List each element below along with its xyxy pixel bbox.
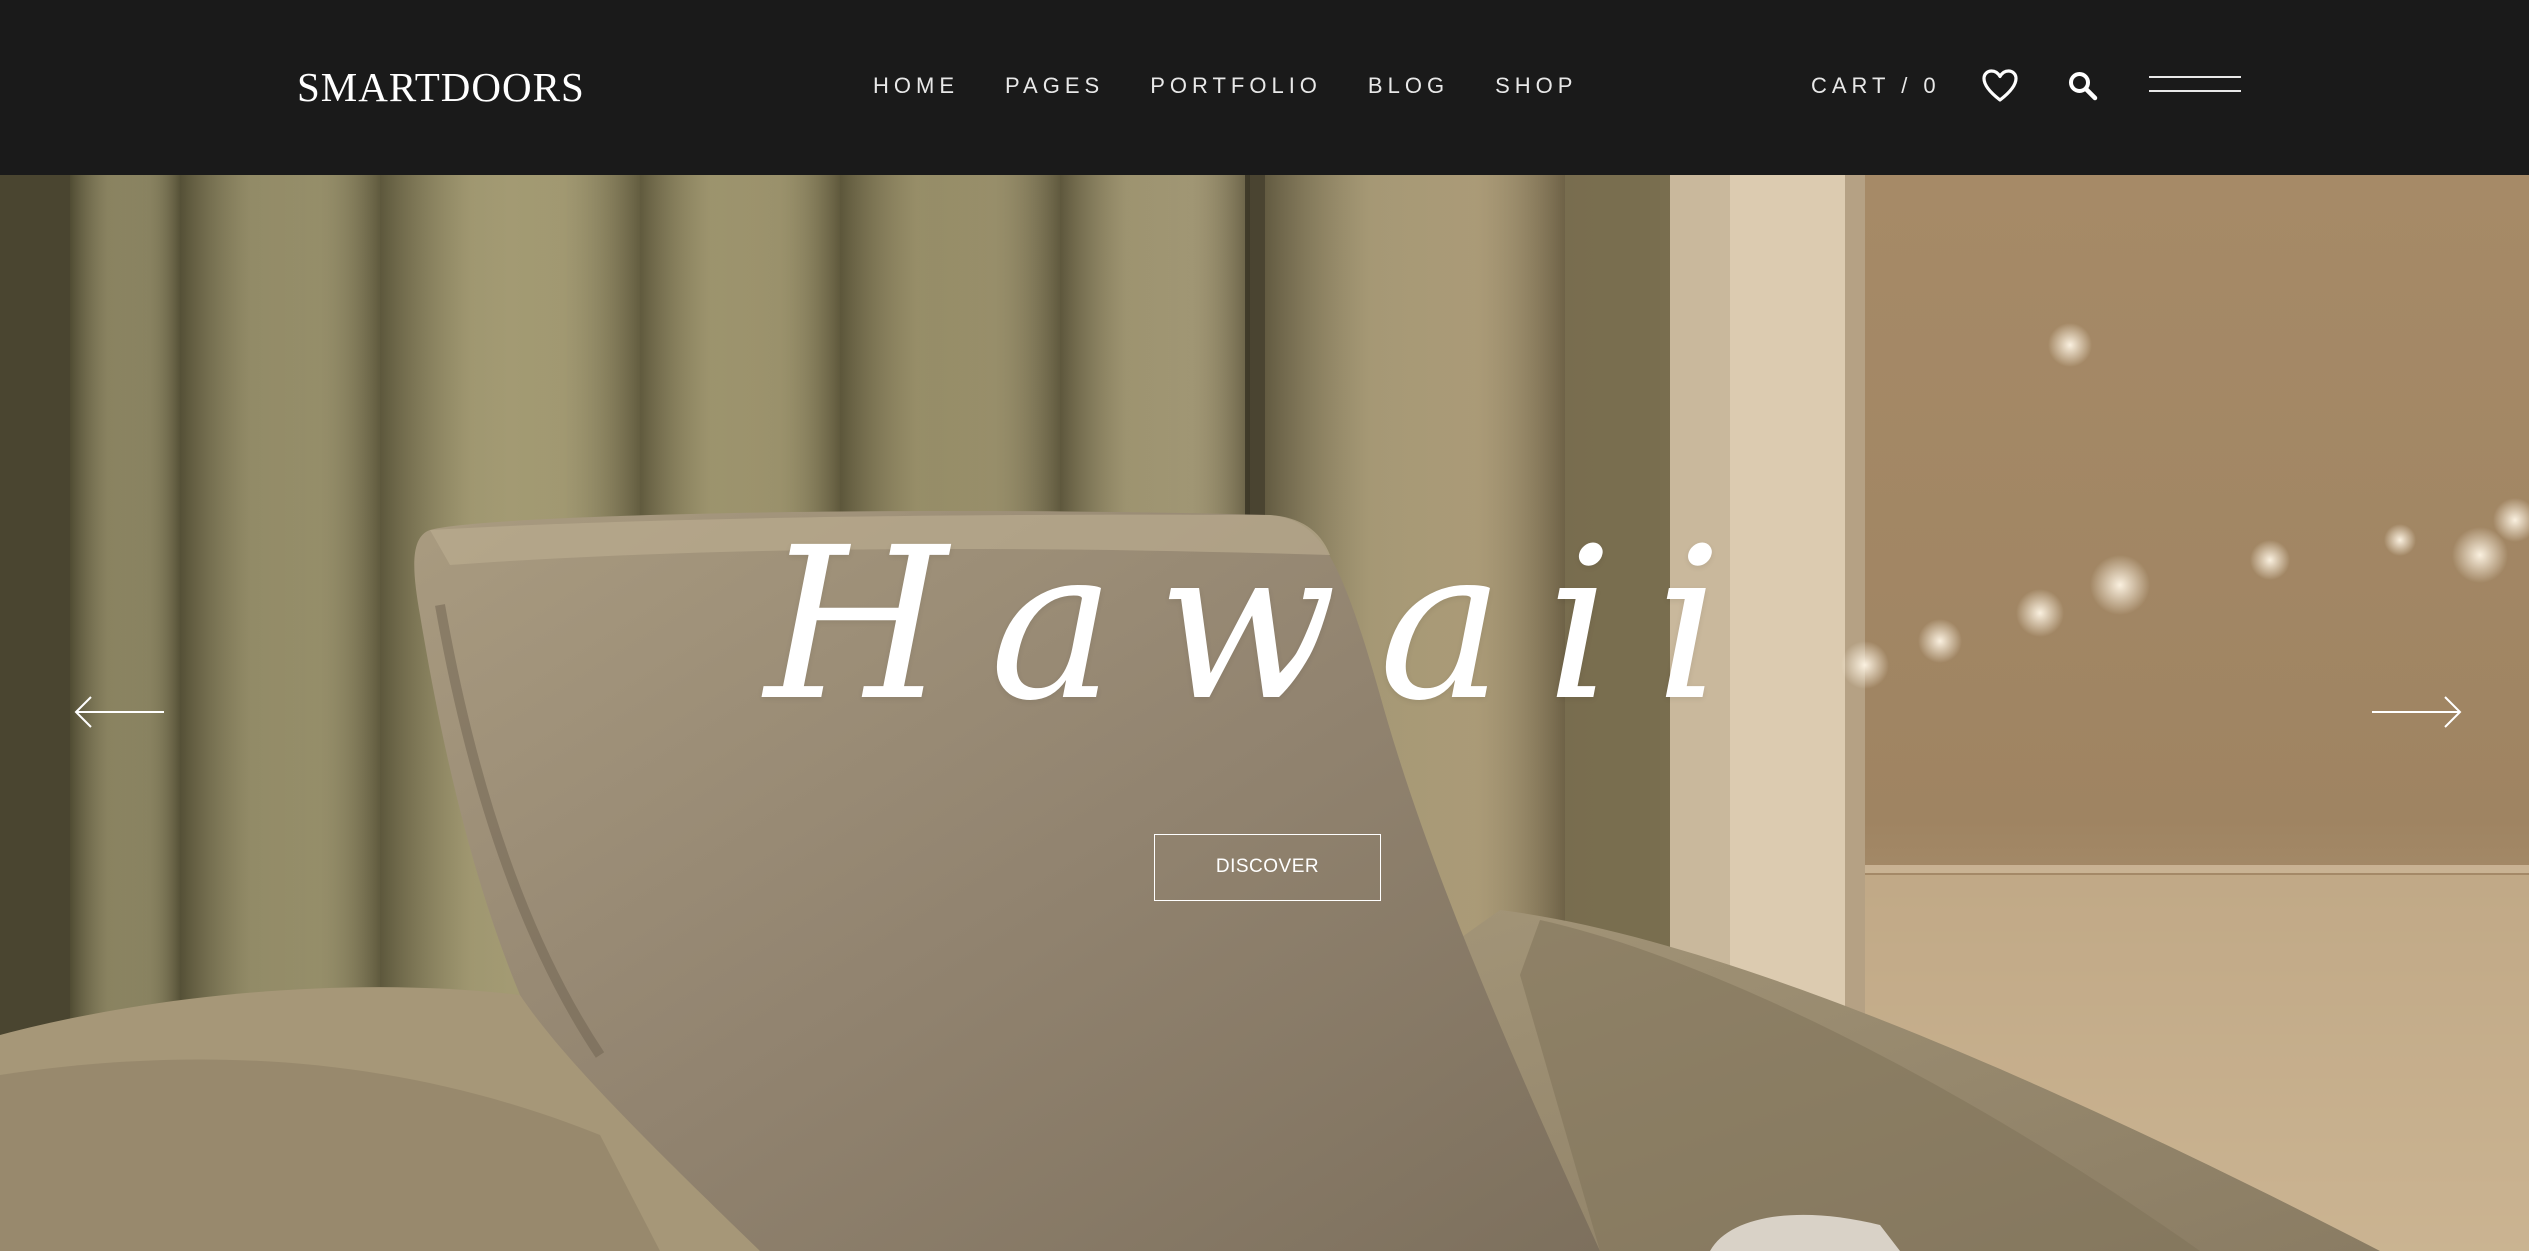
main-nav: HOME PAGES PORTFOLIO BLOG SHOP — [873, 70, 1623, 102]
menu-line-top — [2149, 76, 2241, 78]
nav-item-shop[interactable]: SHOP — [1495, 70, 1577, 102]
nav-item-home[interactable]: HOME — [873, 70, 959, 102]
nav-item-pages[interactable]: PAGES — [1005, 70, 1104, 102]
nav-item-blog[interactable]: BLOG — [1368, 70, 1449, 102]
hero-slider: Hawaii DISCOVER — [0, 175, 2529, 1251]
arrow-left-icon[interactable] — [74, 695, 166, 729]
nav-item-portfolio[interactable]: PORTFOLIO — [1150, 70, 1322, 102]
search-icon[interactable] — [2067, 70, 2099, 102]
cart-link[interactable]: CART / 0 — [1811, 70, 1941, 102]
site-logo[interactable]: SMARTDOORS — [297, 62, 585, 112]
site-header: SMARTDOORS HOME PAGES PORTFOLIO BLOG SHO… — [0, 0, 2529, 175]
arrow-right-icon[interactable] — [2370, 695, 2462, 729]
discover-button[interactable]: DISCOVER — [1154, 834, 1381, 901]
hamburger-menu-icon[interactable] — [2149, 76, 2241, 96]
hero-title: Hawaii — [764, 502, 1765, 747]
heart-icon[interactable] — [1982, 69, 2018, 103]
page: SMARTDOORS HOME PAGES PORTFOLIO BLOG SHO… — [0, 0, 2529, 1251]
menu-line-bottom — [2149, 90, 2241, 92]
